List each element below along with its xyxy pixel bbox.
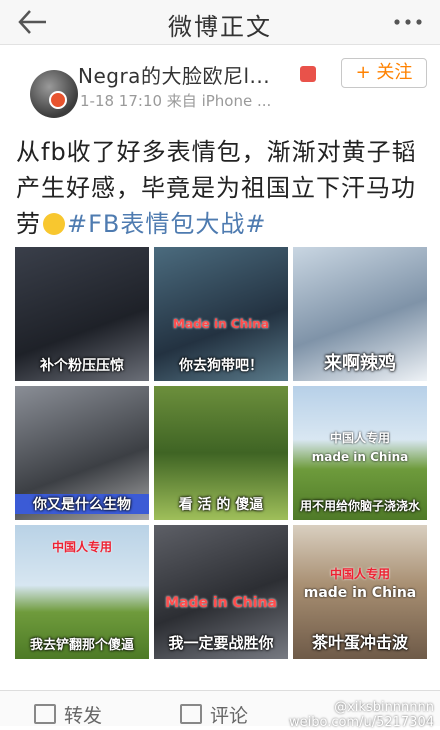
comment-button[interactable]: 评论 [180, 701, 248, 728]
image-tile-3[interactable]: 来啊辣鸡 [293, 247, 427, 381]
member-badge-icon [300, 66, 316, 82]
follow-button[interactable]: + 关注 [341, 58, 427, 88]
post-text: 从fb收了好多表情包，渐渐对黄子韬产生好感，毕竟是为祖国立下汗马功劳 #FB表情包… [16, 134, 426, 242]
page-title: 微博正文 [168, 13, 272, 41]
image-stamp-secondary: 中国人专用 [329, 567, 390, 582]
author-header: Negra的大脸欧尼l... 1-18 17:10 来自 iPhone ... … [0, 44, 440, 124]
image-tile-4[interactable]: 你又是什么生物 [15, 386, 149, 520]
more-options-icon[interactable] [392, 10, 424, 34]
image-stamp-secondary: made in China [311, 450, 409, 465]
image-tile-1[interactable]: 补个粉压压惊 [15, 247, 149, 381]
top-nav-bar: 微博正文 [0, 0, 440, 45]
image-stamp: 中国人专用 [329, 430, 390, 445]
image-tile-7[interactable]: 中国人专用 我去铲翻那个傻逼 [15, 525, 149, 659]
image-tile-5[interactable]: 看 活 的 傻逼 [154, 386, 288, 520]
image-stamp: Made in China [173, 316, 269, 331]
image-caption: 补个粉压压惊 [40, 358, 124, 374]
image-tile-6[interactable]: 中国人专用 made in China 用不用给你脑子浇浇水 [293, 386, 427, 520]
repost-icon [34, 704, 56, 724]
repost-button[interactable]: 转发 [34, 701, 102, 728]
image-caption: 茶叶蛋冲击波 [311, 633, 408, 652]
image-stamp: Made in China [165, 594, 277, 611]
image-caption: 看 活 的 傻逼 [178, 497, 264, 513]
laughing-emoji-icon [43, 213, 65, 235]
image-caption: 来啊辣鸡 [324, 353, 396, 374]
watermark: @xiksbinnnnnn weibo.com/u/5217304 [289, 700, 434, 730]
image-caption: 我去铲翻那个傻逼 [29, 638, 134, 653]
image-caption: 我一定要战胜你 [168, 634, 274, 652]
image-caption: 你去狗带吧！ [179, 358, 263, 374]
topic-link[interactable]: #FB表情包大战# [67, 210, 267, 238]
watermark-handle: @xiksbinnnnnn [334, 700, 434, 715]
image-tile-9[interactable]: made in China 中国人专用 茶叶蛋冲击波 [293, 525, 427, 659]
watermark-url: weibo.com/u/5217304 [288, 715, 434, 730]
image-stamp: made in China [303, 585, 417, 602]
post-meta: 1-18 17:10 来自 iPhone ... [80, 92, 272, 110]
image-tile-2[interactable]: Made in China 你去狗带吧！ [154, 247, 288, 381]
image-caption: 你又是什么生物 [15, 494, 149, 514]
repost-label: 转发 [64, 705, 103, 727]
comment-icon [180, 704, 202, 724]
verified-badge-icon [49, 91, 67, 109]
avatar[interactable] [15, 57, 78, 118]
image-tile-8[interactable]: Made in China 我一定要战胜你 [154, 525, 288, 659]
image-caption: 用不用给你脑子浇浇水 [299, 499, 420, 513]
author-name[interactable]: Negra的大脸欧尼l... [78, 60, 270, 89]
comment-label: 评论 [210, 705, 249, 727]
image-stamp: 中国人专用 [51, 540, 112, 555]
